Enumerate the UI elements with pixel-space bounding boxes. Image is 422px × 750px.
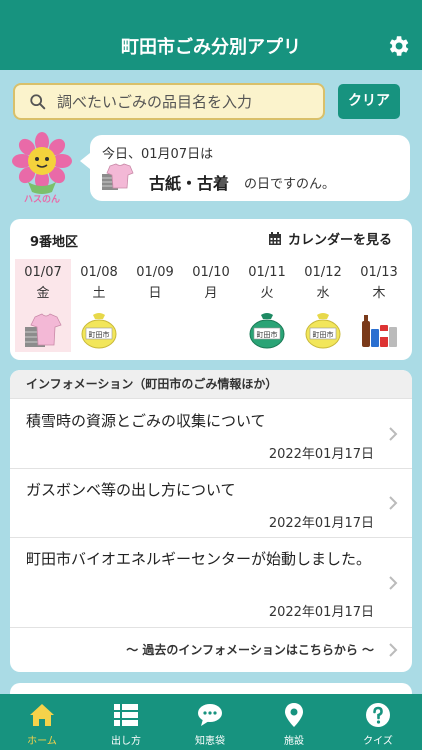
bag-label: 町田市 — [313, 330, 334, 339]
district-label: 9番地区 — [30, 235, 79, 250]
tab-label: 知恵袋 — [195, 736, 225, 747]
search-row: クリア — [0, 70, 422, 132]
day-weekday: 月 — [204, 286, 218, 301]
home-icon — [30, 704, 54, 726]
tab-facilities[interactable]: 施設 — [252, 694, 336, 750]
info-item-title: ガスボンベ等の出し方について — [26, 481, 236, 499]
info-more-link[interactable]: 〜 過去のインフォメーションはこちらから 〜 — [10, 627, 412, 671]
calendar-day[interactable]: 01/07 金 — [15, 259, 71, 352]
calendar-link[interactable]: カレンダーを見る — [268, 229, 392, 248]
grid-list-icon — [114, 704, 138, 726]
day-weekday: 火 — [260, 286, 274, 301]
tab-label: クイズ — [363, 736, 393, 747]
day-date: 01/13 — [360, 265, 398, 280]
day-weekday: 金 — [36, 286, 50, 301]
search-icon — [30, 94, 46, 110]
calendar-icon — [268, 231, 281, 245]
search-input[interactable] — [57, 89, 317, 114]
gear-icon[interactable] — [385, 33, 411, 59]
calendar-day[interactable]: 01/12 水 町田市 — [295, 259, 351, 352]
bag-label: 町田市 — [89, 330, 110, 339]
calendar-card: 9番地区 カレンダーを見る 01/07 金 01/08 土 町田市 01/09 … — [10, 219, 412, 360]
day-date: 01/09 — [136, 265, 174, 280]
tab-label: 施設 — [284, 736, 304, 747]
search-box[interactable] — [13, 83, 325, 120]
day-weekday: 木 — [372, 286, 386, 301]
today-suffix: の日ですのん。 — [244, 177, 336, 192]
chevron-right-icon — [389, 496, 398, 510]
paper-clothes-icon — [25, 313, 62, 347]
tab-quiz[interactable]: クイズ — [336, 694, 420, 750]
info-more-label: 〜 過去のインフォメーションはこちらから 〜 — [126, 643, 374, 657]
chat-bubble-icon — [198, 704, 222, 726]
day-weekday: 土 — [92, 286, 106, 301]
info-item-title: 町田市バイオエネルギーセンターが始動しました。 — [26, 550, 372, 568]
info-item-date: 2022年01月17日 — [268, 605, 374, 620]
today-category: 古紙・古着 — [149, 174, 230, 193]
calendar-day[interactable]: 01/09 日 — [127, 259, 183, 352]
chevron-right-icon — [389, 427, 398, 441]
info-item[interactable]: ガスボンベ等の出し方について 2022年01月17日 — [10, 468, 412, 537]
clear-button[interactable]: クリア — [338, 84, 400, 119]
info-item[interactable]: 積雪時の資源とごみの収集について 2022年01月17日 — [10, 398, 412, 468]
day-date: 01/08 — [80, 265, 118, 280]
today-date-text: 今日、01月07日は — [102, 147, 214, 162]
app-title: 町田市ごみ分別アプリ — [121, 37, 301, 58]
calendar-link-label: カレンダーを見る — [287, 233, 392, 248]
green-bag-icon: 町田市 — [249, 313, 285, 349]
yellow-bag-icon: 町田市 — [305, 313, 341, 349]
day-date: 01/11 — [248, 265, 286, 280]
paper-clothes-icon — [102, 163, 134, 190]
chevron-right-icon — [389, 643, 398, 657]
app-header: 町田市ごみ分別アプリ — [0, 0, 422, 70]
today-bubble: 今日、01月07日は 古紙・古着 の日ですのん。 — [80, 135, 410, 201]
info-card: インフォメーション（町田市のごみ情報ほか） 積雪時の資源とごみの収集について 2… — [10, 370, 412, 672]
tab-home[interactable]: ホーム — [0, 694, 84, 750]
info-item-date: 2022年01月17日 — [268, 516, 374, 531]
info-item-date: 2022年01月17日 — [268, 447, 374, 462]
info-item-title: 積雪時の資源とごみの収集について — [26, 412, 266, 430]
mascot-image: ハスのん — [12, 132, 72, 204]
day-date: 01/12 — [304, 265, 342, 280]
tab-tips[interactable]: 知恵袋 — [168, 694, 252, 750]
calendar-day[interactable]: 01/11 火 町田市 — [239, 259, 295, 352]
bottles-cans-icon — [362, 315, 397, 347]
calendar-day[interactable]: 01/10 月 — [183, 259, 239, 352]
location-pin-icon — [285, 703, 303, 727]
info-header: インフォメーション（町田市のごみ情報ほか） — [10, 370, 412, 398]
day-weekday: 水 — [316, 286, 330, 301]
tab-label: 出し方 — [111, 736, 141, 747]
tab-how-to[interactable]: 出し方 — [84, 694, 168, 750]
day-date: 01/07 — [24, 265, 62, 280]
day-date: 01/10 — [192, 265, 230, 280]
day-weekday: 日 — [148, 286, 162, 301]
question-icon — [366, 703, 390, 727]
yellow-bag-icon: 町田市 — [81, 313, 117, 349]
calendar-day[interactable]: 01/13 木 — [351, 259, 407, 352]
info-item[interactable]: 町田市バイオエネルギーセンターが始動しました。 2022年01月17日 — [10, 537, 412, 627]
chevron-right-icon — [389, 576, 398, 590]
tab-bar: ホーム 出し方 知恵袋 施設 クイズ — [0, 694, 422, 750]
svg-text:ハスのん: ハスのん — [24, 194, 60, 204]
bag-label: 町田市 — [257, 330, 278, 339]
calendar-day[interactable]: 01/08 土 町田市 — [71, 259, 127, 352]
tab-label: ホーム — [27, 736, 57, 747]
